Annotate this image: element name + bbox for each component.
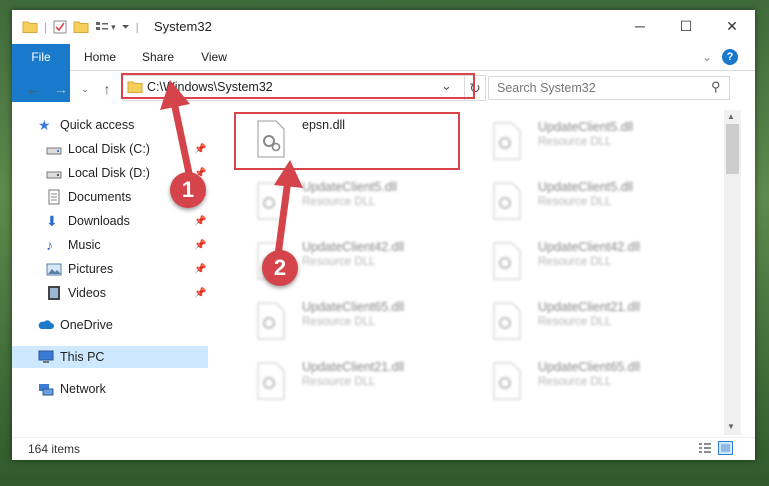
annotation-arrows	[160, 80, 303, 259]
callout-2: 2	[262, 250, 298, 286]
callout-1: 1	[170, 172, 206, 208]
